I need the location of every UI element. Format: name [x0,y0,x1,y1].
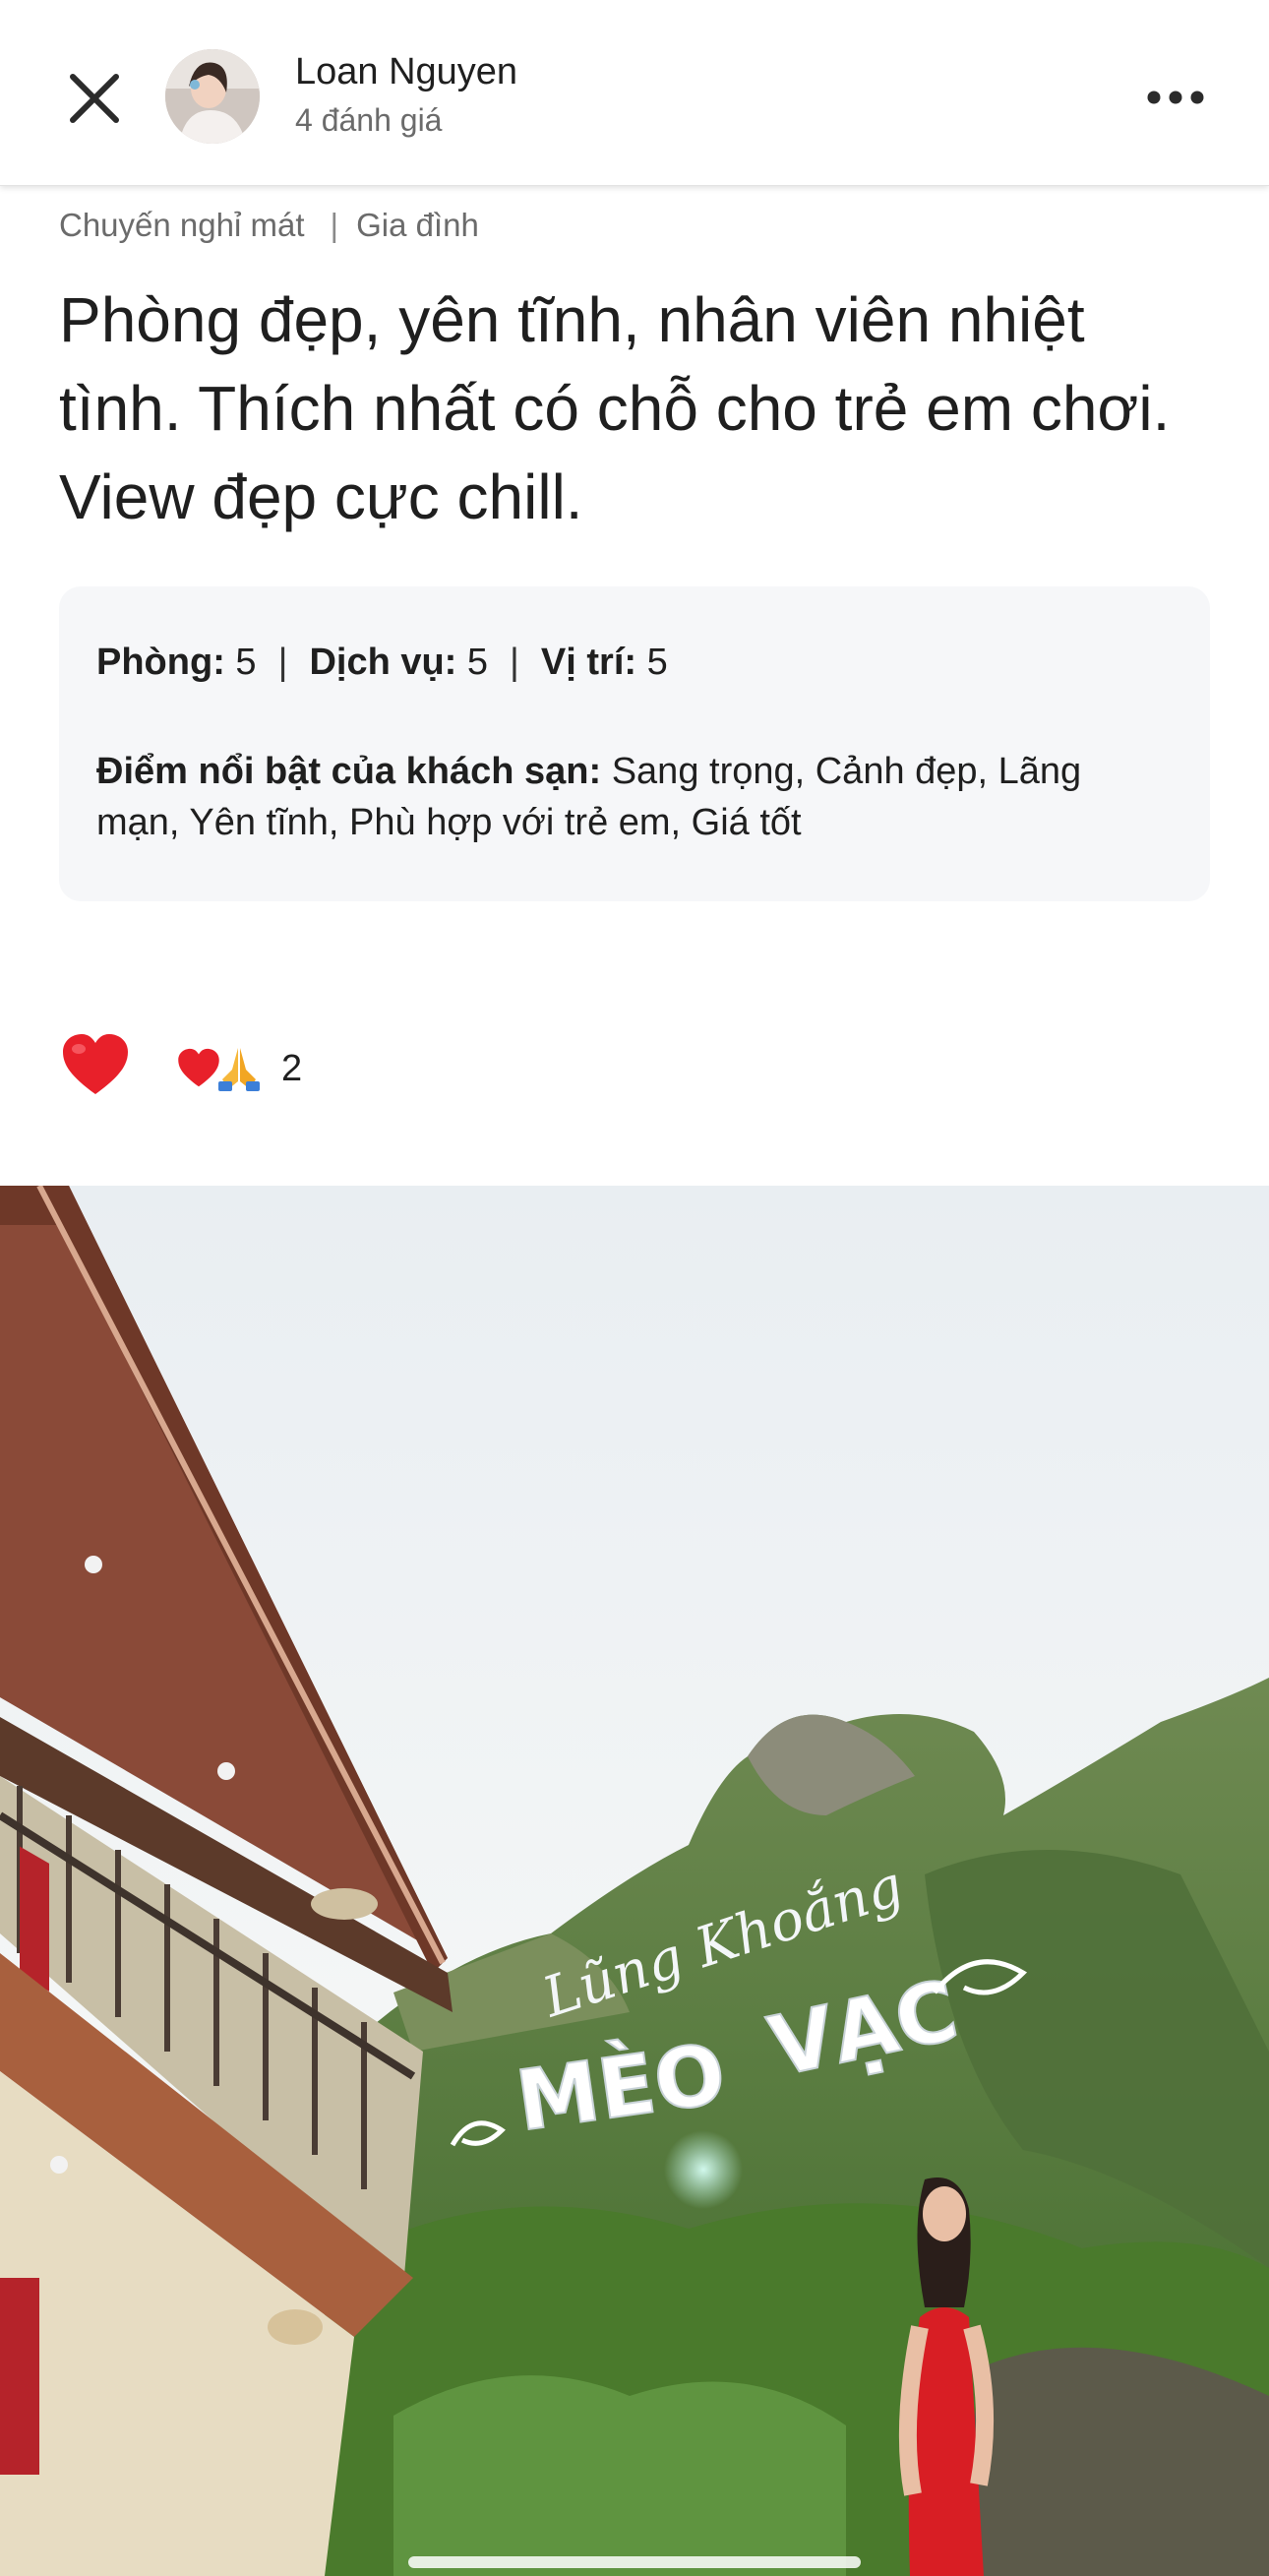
traveler-type-tag: Gia đình [356,207,479,243]
user-name[interactable]: Loan Nguyen [295,51,517,93]
score-row: Phòng: 5 | Dịch vụ: 5 | Vị trí: 5 [96,642,668,684]
score-separator: | [277,642,288,683]
location-score-value: 5 [646,642,668,683]
close-button[interactable] [59,63,130,134]
reaction-count: 2 [281,1047,303,1089]
trip-tags: Chuyến nghỉ mát | Gia đình [59,207,479,244]
review-photo[interactable]: Lũng Khoắng MÈO VẠC [0,1186,1269,2576]
folded-hands-icon [218,1048,260,1091]
home-indicator [408,2556,861,2568]
room-score-value: 5 [235,642,257,683]
service-score-value: 5 [466,642,489,683]
review-title: Phòng đẹp, yên tĩnh, nhân viên nhiệt tìn… [59,284,1171,532]
review-header: Loan Nguyen 4 đánh giá [0,0,1269,186]
heart-icon [63,1034,128,1094]
reaction-summary[interactable]: 2 [177,1041,302,1096]
highlights-label: Điểm nổi bật của khách sạn: [96,751,602,792]
score-separator: | [510,642,519,683]
room-score-label: Phòng: [96,642,225,683]
review-count: 4 đánh giá [295,102,443,138]
rating-card: Phòng: 5 | Dịch vụ: 5 | Vị trí: 5 Điểm n… [59,586,1210,901]
trip-type-tag: Chuyến nghỉ mát [59,207,305,243]
more-horizontal-icon [1147,91,1204,104]
tag-separator: | [330,207,339,243]
service-score-label: Dịch vụ: [309,642,457,683]
avatar[interactable] [165,49,260,144]
hotel-highlights: Điểm nổi bật của khách sạn: Sang trọng, … [96,746,1169,848]
location-score-label: Vị trí: [540,642,637,683]
like-button[interactable] [61,1033,130,1098]
close-icon [70,74,119,123]
more-options-button[interactable] [1141,73,1210,122]
